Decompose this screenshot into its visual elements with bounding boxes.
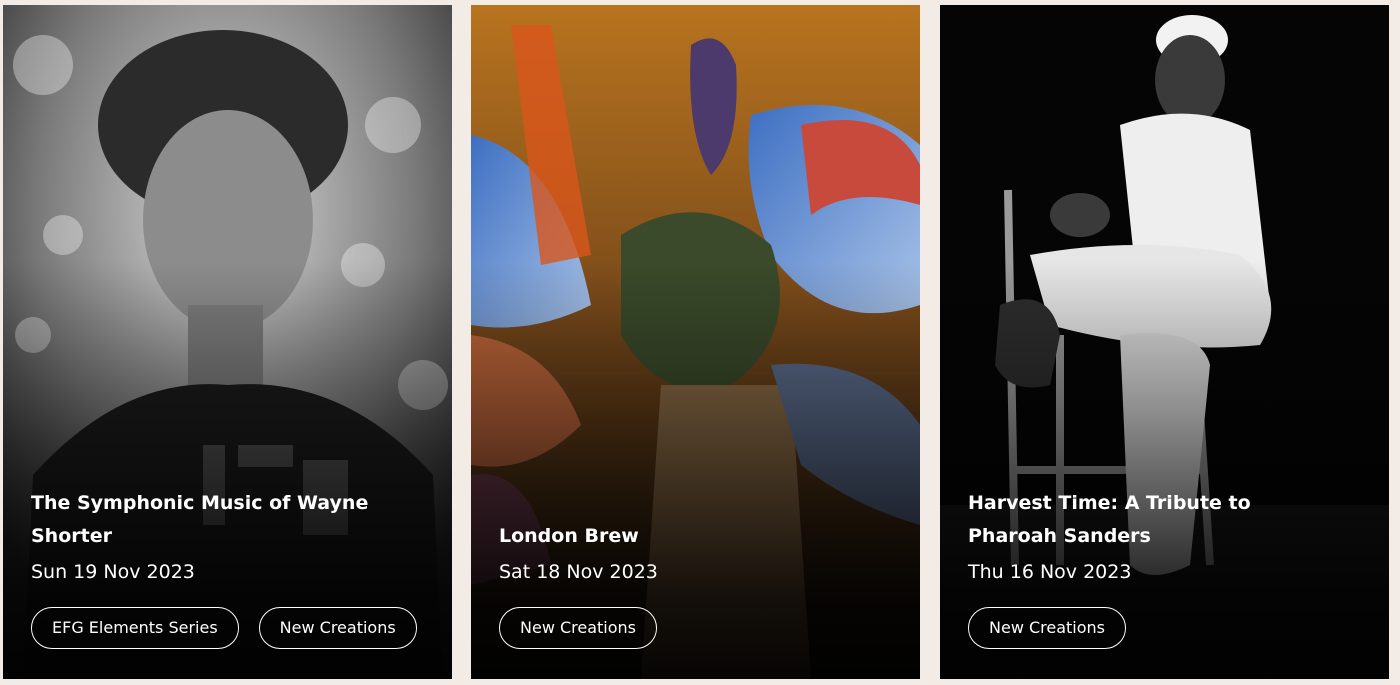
event-title[interactable]: The Symphonic Music of Wayne Shorter <box>31 487 371 553</box>
event-card-grid: The Symphonic Music of Wayne Shorter Sun… <box>0 0 1400 685</box>
event-tags: New Creations <box>968 607 1361 649</box>
event-title[interactable]: Harvest Time: A Tribute to Pharoah Sande… <box>968 487 1308 553</box>
event-tags: New Creations <box>499 607 892 649</box>
event-date: Thu 16 Nov 2023 <box>968 561 1132 583</box>
tag-new-creations[interactable]: New Creations <box>258 607 417 649</box>
event-tags: EFG Elements Series New Creations <box>31 607 424 649</box>
event-title[interactable]: London Brew <box>499 520 839 553</box>
tag-new-creations[interactable]: New Creations <box>968 607 1127 649</box>
event-card-wayne-shorter[interactable]: The Symphonic Music of Wayne Shorter Sun… <box>3 5 452 679</box>
event-date: Sun 19 Nov 2023 <box>31 561 195 583</box>
event-info: Harvest Time: A Tribute to Pharoah Sande… <box>968 487 1361 649</box>
event-info: London Brew Sat 18 Nov 2023 New Creation… <box>499 520 892 649</box>
event-card-london-brew[interactable]: London Brew Sat 18 Nov 2023 New Creation… <box>471 5 920 679</box>
event-date: Sat 18 Nov 2023 <box>499 561 658 583</box>
tag-new-creations[interactable]: New Creations <box>499 607 658 649</box>
tag-efg-elements-series[interactable]: EFG Elements Series <box>31 607 239 649</box>
event-card-pharoah-sanders[interactable]: Harvest Time: A Tribute to Pharoah Sande… <box>940 5 1389 679</box>
event-info: The Symphonic Music of Wayne Shorter Sun… <box>31 487 424 649</box>
